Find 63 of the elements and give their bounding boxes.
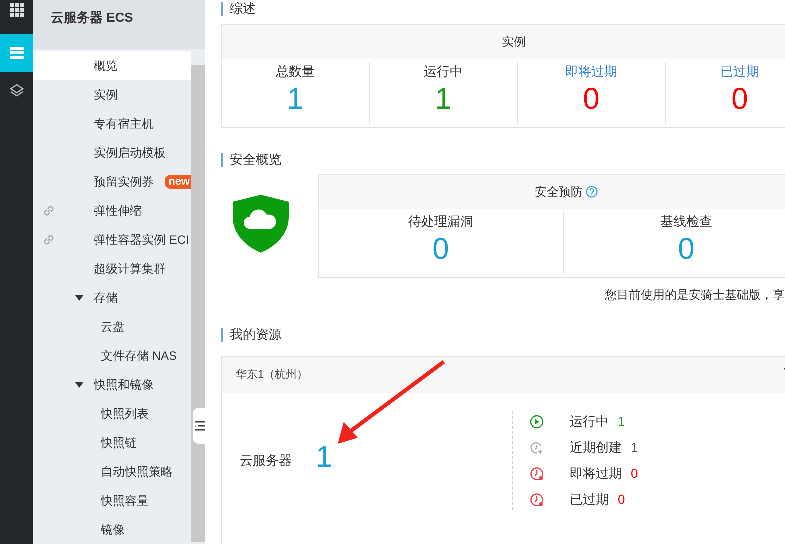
caret-icon[interactable] xyxy=(75,294,84,300)
caret-icon[interactable] xyxy=(75,382,84,388)
stat-label: 运行中 xyxy=(424,63,463,81)
stat-label: 基线检查 xyxy=(660,213,712,231)
sidebar-item[interactable]: 实例启动模板 xyxy=(33,138,191,167)
security-shield-icon xyxy=(233,195,289,253)
product-label: 云服务器 xyxy=(240,452,292,470)
status-count: 1 xyxy=(631,438,638,457)
status-label: 运行中 xyxy=(570,412,609,431)
product-count: 1 xyxy=(316,440,333,476)
status-count: 0 xyxy=(618,490,626,509)
status-label: 即将过期 xyxy=(570,464,622,483)
card-header: 实例 xyxy=(502,34,526,51)
sidebar-item[interactable]: 弹性容器实例 ECI xyxy=(33,225,191,254)
stat-value: 0 xyxy=(678,232,695,268)
server-list-icon xyxy=(10,47,24,59)
sidebar-item[interactable]: 云盘 xyxy=(33,312,191,341)
layers-icon[interactable] xyxy=(10,84,24,98)
collapse-icon xyxy=(195,421,205,431)
status-count: 1 xyxy=(618,412,626,431)
sidebar-title: 云服务器 ECS xyxy=(51,8,134,27)
stat-link[interactable]: 即将过期 xyxy=(566,62,618,82)
sidebar-item[interactable]: 文件存储 NAS xyxy=(33,341,191,370)
help-icon[interactable] xyxy=(586,186,598,198)
section-title: 综述 xyxy=(230,0,256,18)
region-label: 华东1（杭州） xyxy=(236,368,308,383)
stat-value: 0 xyxy=(432,232,450,268)
sidebar-item[interactable]: 自动快照策略 xyxy=(33,457,191,486)
sidebar-item[interactable]: 镜像 xyxy=(33,515,191,544)
status-count: 0 xyxy=(631,464,638,483)
stat-value: 0 xyxy=(732,82,748,118)
stat-value: 1 xyxy=(287,82,304,118)
play-icon xyxy=(530,414,544,428)
section-title: 我的资源 xyxy=(230,326,282,344)
card-header: 安全预防 xyxy=(535,184,583,201)
clock-alert-icon xyxy=(530,466,544,480)
sidebar-item[interactable]: 专有宿主机 xyxy=(33,109,191,138)
sidebar-item[interactable]: 快照列表 xyxy=(33,399,191,428)
app-grid-icon[interactable] xyxy=(10,3,24,17)
sidebar-item[interactable]: 弹性伸缩 xyxy=(33,196,191,225)
status-label: 已过期 xyxy=(570,490,609,509)
clock-plus-icon xyxy=(530,440,544,454)
stat-link[interactable]: 已过期 xyxy=(720,62,760,82)
collapse-handle[interactable] xyxy=(193,408,207,444)
security-note: 您目前使用的是安骑士基础版，享 xyxy=(605,287,785,304)
sidebar-item[interactable]: 快照链 xyxy=(33,428,191,457)
sidebar-item[interactable]: 预留实例券 new xyxy=(33,167,191,196)
section-title: 安全概览 xyxy=(230,151,282,170)
sidebar-item[interactable]: 超级计算集群 xyxy=(33,254,191,283)
status-label: 近期创建 xyxy=(570,438,622,457)
stat-value: 0 xyxy=(583,82,600,118)
stat-label: 待处理漏洞 xyxy=(408,213,474,231)
sidebar-item[interactable]: 实例 xyxy=(33,80,191,109)
sidebar-group[interactable]: 存储 xyxy=(94,288,118,306)
link-icon xyxy=(43,204,55,216)
clock-alert-icon xyxy=(530,492,544,506)
new-badge: new xyxy=(164,174,191,188)
sidebar-group[interactable]: 快照和镜像 xyxy=(94,376,154,394)
stat-value: 1 xyxy=(435,82,452,118)
sidebar-item[interactable]: 概览 xyxy=(33,51,191,80)
sidebar-item[interactable]: 快照容量 xyxy=(33,486,191,515)
link-icon xyxy=(43,234,55,246)
stat-label: 总数量 xyxy=(276,63,315,81)
